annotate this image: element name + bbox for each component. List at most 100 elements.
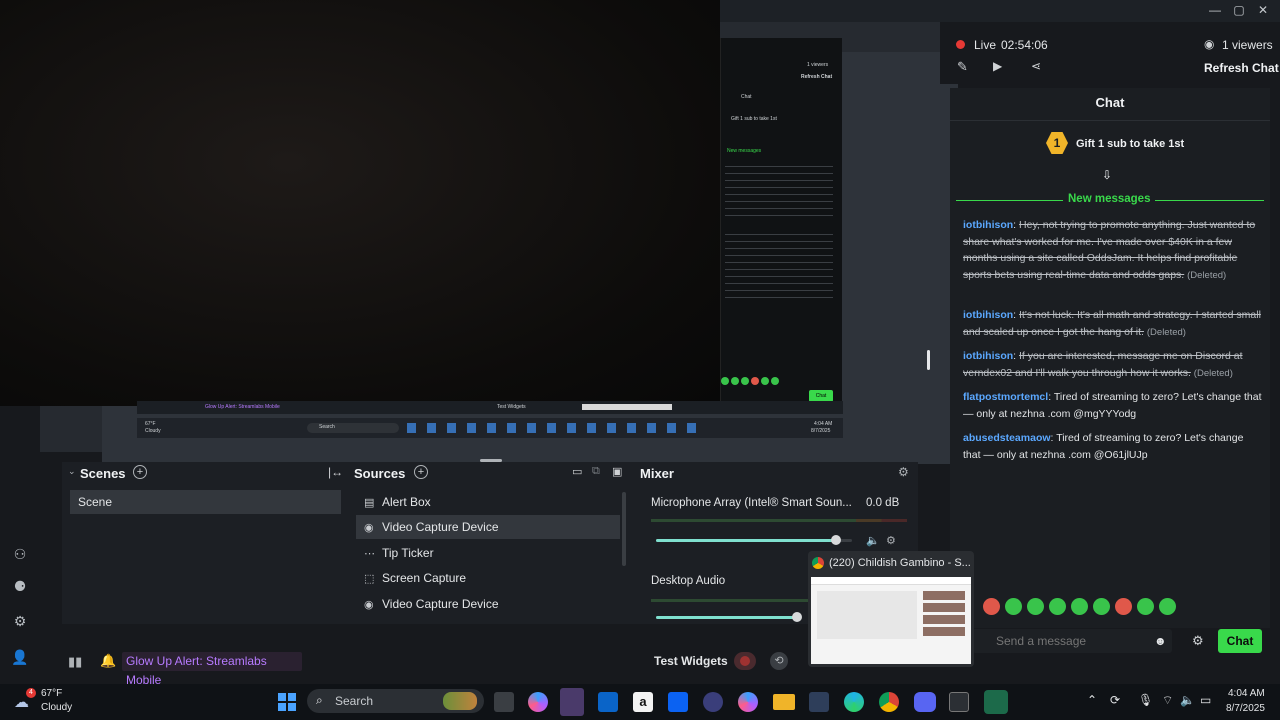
chat-username[interactable]: iotbihison [963, 309, 1013, 321]
mixer-settings-icon[interactable]: ⚙ [898, 465, 909, 479]
mini-weather: Cloudy [145, 428, 161, 434]
captured-screen-preview: 1 viewers Refresh Chat Chat Gift 1 sub t… [720, 38, 842, 408]
chat-message: iotbihison: Hey, not trying to promote a… [963, 219, 1256, 281]
ticker-icon: ⋯ [364, 548, 375, 560]
gift-text[interactable]: Gift 1 sub to take 1st [1076, 138, 1184, 150]
taskbar-date[interactable]: 8/7/2025 [1226, 703, 1265, 714]
themes-icon[interactable]: ⚇ [11, 545, 29, 563]
wifi-icon[interactable]: ⌔ [1162, 693, 1173, 708]
amazon-icon[interactable]: a [633, 692, 653, 712]
notification-bell-icon[interactable]: 🔔 [100, 653, 116, 669]
profile-icon[interactable]: 👤 [11, 648, 29, 666]
microphone-icon[interactable]: 🎙 [1138, 693, 1153, 707]
mic-volume-slider[interactable] [656, 535, 852, 545]
emoji-icon[interactable]: ☻ [1154, 634, 1167, 648]
add-source-icon[interactable]: + [414, 465, 428, 479]
source-item[interactable]: ▤ Alert Box [356, 490, 620, 514]
refresh-chat-button[interactable]: Refresh Chat [1204, 61, 1279, 75]
emote-icon[interactable] [1137, 598, 1154, 615]
battery-icon[interactable]: ▭ [1200, 693, 1211, 707]
scroll-to-new-icon[interactable]: ⇩ [1102, 168, 1112, 182]
taskbar-search[interactable]: ⌕ Search [307, 689, 484, 713]
source-item[interactable]: ◉ Video Capture Device [356, 515, 620, 539]
file-explorer-icon[interactable] [773, 694, 795, 710]
source-item[interactable]: ◉ Video Capture Device [356, 592, 620, 616]
emote-icon[interactable] [1071, 598, 1088, 615]
scene-item[interactable]: Scene [70, 490, 341, 514]
emote-icon[interactable] [1093, 598, 1110, 615]
mic-settings-icon[interactable]: ⚙ [886, 534, 896, 547]
source-settings-icon[interactable]: ▣ [612, 465, 622, 478]
outlook-icon[interactable] [598, 692, 618, 712]
copilot-icon[interactable] [528, 692, 548, 712]
mobile-icon[interactable]: ⚈ [11, 577, 29, 595]
emote-icon[interactable] [1027, 598, 1044, 615]
app-icon[interactable] [703, 692, 723, 712]
mic-level-meter [651, 519, 907, 522]
maximize-button[interactable]: ▢ [1229, 2, 1249, 18]
tray-overflow-chevron-icon[interactable]: ⌃ [1087, 693, 1097, 707]
taskbar-time[interactable]: 4:04 AM [1228, 688, 1265, 699]
weather-badge: 4 [26, 688, 36, 698]
send-chat-button[interactable]: Chat [1218, 629, 1262, 653]
speaker-icon[interactable]: 🔈 [866, 534, 880, 547]
streamlabs-taskbar-icon[interactable] [560, 688, 584, 716]
discord-icon[interactable] [914, 692, 936, 712]
source-item[interactable]: ⋯ Tip Ticker [356, 541, 620, 565]
source-folder-icon[interactable]: ▭ [572, 465, 582, 478]
emote-icon[interactable] [1159, 598, 1176, 615]
camera-icon[interactable]: ▶ [993, 59, 1002, 73]
mixer-channel-name: Microphone Array (Intel® Smart Soun... [651, 497, 851, 509]
chat-resize-handle[interactable] [927, 350, 930, 370]
copilot-app-icon[interactable] [738, 692, 758, 712]
chat-username[interactable]: iotbihison [963, 219, 1013, 231]
desktop-volume-knob[interactable] [792, 612, 803, 622]
thumbnail-title: (220) Childish Gambino - S... [829, 557, 971, 569]
edit-icon[interactable]: ✎ [957, 59, 968, 75]
desktop-volume-slider[interactable] [656, 612, 803, 622]
chat-message-input[interactable] [996, 632, 1146, 650]
dropbox-icon[interactable] [668, 692, 688, 712]
replay-buffer-icon[interactable]: ⟲ [770, 652, 788, 670]
test-widgets-button[interactable]: Test Widgets [654, 654, 728, 668]
lock-app-icon[interactable] [949, 692, 969, 712]
chrome-taskbar-icon[interactable] [879, 692, 899, 712]
settings-icon[interactable]: ⚙ [11, 612, 29, 630]
source-label: Screen Capture [382, 571, 467, 585]
close-button[interactable]: ✕ [1253, 2, 1273, 18]
chat-username[interactable]: iotbihison [963, 350, 1013, 362]
status-bar: ▮▮ 🔔 Glow Up Alert: Streamlabs Mobile Te… [62, 648, 918, 687]
volume-icon[interactable]: 🔈 [1180, 693, 1195, 707]
scene-transition-icon[interactable]: |↔ [328, 465, 343, 479]
new-messages-label: New messages [1063, 193, 1156, 205]
desktop-volume-fill [656, 616, 798, 619]
notification-alert[interactable]: Glow Up Alert: Streamlabs Mobile [122, 652, 302, 687]
alert-box-icon: ▤ [364, 497, 375, 509]
windows-start-icon[interactable] [277, 692, 297, 712]
emote-icon[interactable] [1115, 598, 1132, 615]
emote-icon[interactable] [1049, 598, 1066, 615]
minimize-button[interactable]: — [1205, 2, 1225, 18]
emote-bar [983, 598, 1183, 618]
tray-app-icon[interactable]: ⟳ [1110, 693, 1120, 707]
collapse-chevron-icon[interactable]: ⌄ [68, 466, 76, 477]
source-group-icon[interactable]: ⧉ [592, 465, 600, 478]
streamlabs-app-icon[interactable] [984, 690, 1008, 714]
sources-scrollbar[interactable] [622, 492, 626, 566]
mic-volume-knob[interactable] [831, 535, 842, 545]
source-item[interactable]: ⬚ Screen Capture [356, 566, 620, 590]
record-button[interactable] [734, 652, 756, 670]
share-icon[interactable]: ⋖ [1031, 59, 1041, 73]
task-view-icon[interactable] [494, 692, 514, 712]
emote-icon[interactable] [983, 598, 1000, 615]
chat-input-box[interactable]: ☻ [972, 629, 1172, 653]
edge-icon[interactable] [844, 692, 864, 712]
taskbar-thumbnail-popup[interactable]: (220) Childish Gambino - S... [808, 551, 974, 667]
chat-username[interactable]: flatpostmortemcl [963, 391, 1048, 403]
chat-settings-icon[interactable]: ⚙ [1192, 633, 1204, 649]
performance-icon[interactable]: ▮▮ [68, 654, 82, 670]
add-scene-icon[interactable]: + [133, 465, 147, 479]
emote-icon[interactable] [1005, 598, 1022, 615]
chat-username[interactable]: abusedsteamaow [963, 432, 1051, 444]
store-icon[interactable] [809, 692, 829, 712]
